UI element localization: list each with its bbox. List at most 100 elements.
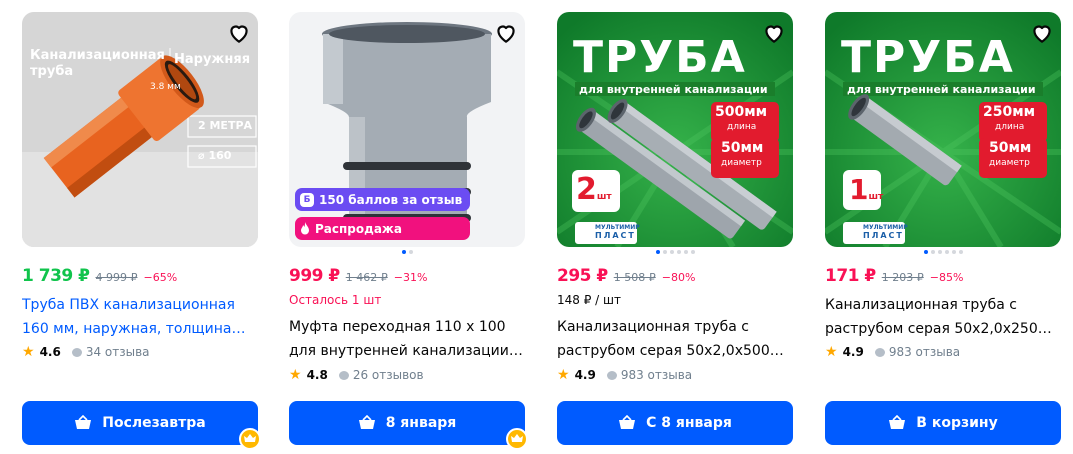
image-subline: для внутренней канализации bbox=[847, 83, 1036, 96]
flame-icon bbox=[301, 222, 309, 235]
image-pagination[interactable] bbox=[825, 250, 1061, 256]
product-card[interactable]: ТРУБА для внутренней канализации 500мм д… bbox=[557, 12, 793, 454]
image-qty: 2шт bbox=[576, 172, 612, 215]
image-subline: для внутренней канализации bbox=[579, 83, 768, 96]
price-row: 999 ₽ 1 462 ₽ −31% bbox=[289, 266, 427, 286]
old-price: 1 203 ₽ bbox=[881, 271, 924, 284]
old-price: 4 999 ₽ bbox=[95, 271, 138, 284]
stock-left: Осталось 1 шт bbox=[289, 293, 382, 307]
old-price: 1 462 ₽ bbox=[345, 271, 388, 284]
product-image[interactable]: Б 150 баллов за отзыв Распродажа bbox=[289, 12, 525, 247]
product-card[interactable]: Б 150 баллов за отзыв Распродажа 999 ₽ 1… bbox=[289, 12, 528, 454]
image-qty-value: 2 bbox=[576, 172, 597, 207]
image-diameter-value: 50мм bbox=[989, 140, 1032, 156]
product-title-line2: раструбом серая 50х2,0х500… bbox=[557, 343, 784, 359]
button-label: В корзину bbox=[916, 415, 998, 431]
image-diameter-label: диаметр bbox=[721, 158, 762, 168]
product-title-line1: Канализационная труба с bbox=[825, 297, 1017, 313]
brand-logo: МУЛЬТИМИР ПЛАСТ bbox=[595, 224, 640, 240]
price-row: 171 ₽ 1 203 ₽ −85% bbox=[825, 266, 963, 286]
brand-line2: ПЛАСТ bbox=[863, 231, 904, 240]
image-qty-unit: шт bbox=[596, 192, 612, 202]
product-title[interactable]: Канализационная труба с раструбом серая … bbox=[557, 315, 793, 363]
chat-bubble-icon bbox=[874, 347, 885, 357]
sale-badge-label: Распродажа bbox=[315, 221, 402, 236]
heart-outline-icon[interactable] bbox=[226, 20, 252, 46]
price-row: 295 ₽ 1 508 ₽ −80% bbox=[557, 266, 695, 286]
image-tag: Наружняя bbox=[174, 52, 251, 67]
points-badge[interactable]: Б 150 баллов за отзыв bbox=[295, 188, 471, 211]
image-pagination[interactable] bbox=[557, 250, 793, 256]
old-price: 1 508 ₽ bbox=[613, 271, 656, 284]
points-b-icon: Б bbox=[300, 192, 314, 207]
add-to-cart-button[interactable]: Послезавтра bbox=[22, 401, 258, 445]
image-pagination[interactable] bbox=[289, 250, 525, 256]
cart-icon bbox=[619, 415, 636, 429]
image-length: 2 МЕТРА bbox=[198, 119, 253, 132]
rating-value: 4.9 bbox=[842, 345, 864, 359]
unit-price: 148 ₽ / шт bbox=[557, 293, 621, 307]
rating-value: 4.8 bbox=[306, 368, 328, 382]
product-title-line1: Канализационная труба с bbox=[557, 319, 749, 335]
brand-line2: ПЛАСТ bbox=[595, 231, 636, 240]
star-icon: ★ bbox=[289, 367, 302, 383]
add-to-cart-button[interactable]: 8 января bbox=[289, 401, 525, 445]
image-headline: ТРУБА bbox=[841, 32, 1015, 83]
discount: −80% bbox=[661, 271, 696, 284]
image-qty-value: 1 bbox=[849, 173, 869, 206]
product-title[interactable]: Труба ПВХ канализационная 160 мм, наружн… bbox=[22, 293, 258, 341]
product-title-line2: для внутренней канализации… bbox=[289, 343, 523, 359]
button-label: 8 января bbox=[385, 415, 457, 431]
product-card[interactable]: ТРУБА для внутренней канализации 250мм д… bbox=[825, 12, 1061, 454]
sale-badge[interactable]: Распродажа bbox=[295, 217, 471, 240]
badges: Б 150 баллов за отзыв Распродажа bbox=[295, 188, 471, 240]
chat-bubble-icon bbox=[606, 370, 617, 380]
heart-outline-icon[interactable] bbox=[1029, 20, 1055, 46]
product-title[interactable]: Муфта переходная 110 х 100 для внутренне… bbox=[289, 315, 525, 363]
add-to-cart-button[interactable]: В корзину bbox=[825, 401, 1061, 445]
heart-outline-icon[interactable] bbox=[761, 20, 787, 46]
product-title[interactable]: Канализационная труба с раструбом серая … bbox=[825, 293, 1061, 341]
image-thickness: 3.8 мм bbox=[150, 82, 181, 92]
product-image[interactable]: ТРУБА для внутренней канализации 250мм д… bbox=[825, 12, 1061, 247]
add-to-cart-button[interactable]: С 8 января bbox=[557, 401, 793, 445]
brand-logo: МУЛЬТИМИР ПЛАСТ bbox=[863, 224, 908, 240]
reviews: 34 отзыва bbox=[71, 345, 150, 359]
discount: −65% bbox=[143, 271, 178, 284]
image-qty-unit: шт bbox=[868, 192, 884, 202]
rating[interactable]: ★ 4.6 34 отзыва bbox=[22, 344, 150, 360]
image-length-value: 250мм bbox=[983, 104, 1036, 120]
cart-icon bbox=[358, 415, 375, 429]
image-headline: ТРУБА bbox=[573, 32, 747, 83]
button-label: С 8 января bbox=[646, 415, 732, 431]
price-row: 1 739 ₽ 4 999 ₽ −65% bbox=[22, 266, 177, 286]
star-icon: ★ bbox=[825, 344, 838, 360]
image-diameter-value: 50мм bbox=[721, 140, 764, 156]
image-text: Канализационная труба bbox=[30, 48, 165, 80]
product-image[interactable]: ТРУБА для внутренней канализации 500мм д… bbox=[557, 12, 793, 247]
points-badge-label: 150 баллов за отзыв bbox=[319, 192, 463, 207]
discount: −85% bbox=[929, 271, 964, 284]
product-title-line2: раструбом серая 50х2,0х250… bbox=[825, 321, 1052, 337]
price: 1 739 ₽ bbox=[22, 266, 90, 286]
rating[interactable]: ★ 4.8 26 отзывов bbox=[289, 367, 424, 383]
heart-outline-icon[interactable] bbox=[493, 20, 519, 46]
reviews: 26 отзывов bbox=[338, 368, 424, 382]
chat-bubble-icon bbox=[338, 370, 349, 380]
crown-icon bbox=[506, 428, 528, 450]
price: 171 ₽ bbox=[825, 266, 876, 286]
product-card[interactable]: Канализационная труба Наружняя 3.8 мм 2 … bbox=[22, 12, 261, 454]
image-diameter-label: диаметр bbox=[989, 158, 1030, 168]
reviews-count: 34 отзыва bbox=[85, 345, 150, 359]
discount: −31% bbox=[393, 271, 428, 284]
product-title-line1: Муфта переходная 110 х 100 bbox=[289, 319, 506, 335]
product-title-line1: Труба ПВХ канализационная bbox=[22, 297, 235, 313]
image-diameter: ⌀ 160 bbox=[198, 149, 232, 162]
rating[interactable]: ★ 4.9 983 отзыва bbox=[825, 344, 960, 360]
image-title-line1: Канализационная bbox=[30, 48, 165, 63]
rating[interactable]: ★ 4.9 983 отзыва bbox=[557, 367, 692, 383]
button-label: Послезавтра bbox=[102, 415, 206, 431]
price: 999 ₽ bbox=[289, 266, 340, 286]
product-image[interactable]: Канализационная труба Наружняя 3.8 мм 2 … bbox=[22, 12, 258, 247]
reviews-count: 983 отзыва bbox=[620, 368, 693, 382]
